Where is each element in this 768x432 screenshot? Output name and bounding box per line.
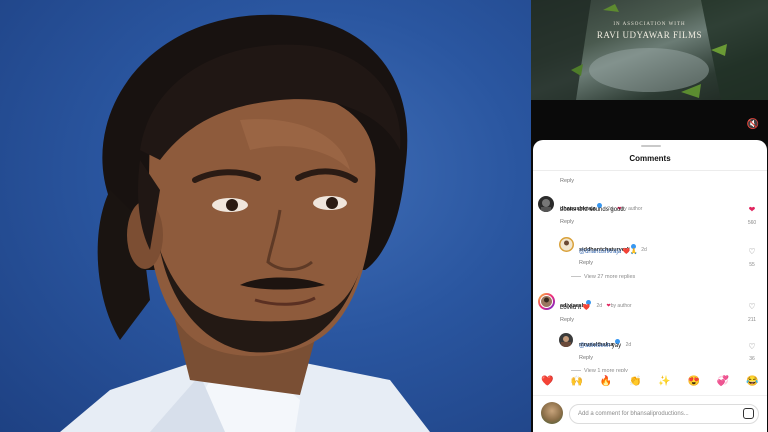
reel-panel: IN ASSOCIATION WITH RAVI UDYAWAR FILMS 🔇… [531,0,768,432]
comment-text: Looks and sounds good. [560,207,626,213]
avatar[interactable] [538,196,554,212]
like-count: 560 [747,220,757,226]
reply-emojis: ❤️🙏 [622,249,638,255]
like-count: 55 [749,262,755,268]
like-count: 36 [749,356,755,362]
emoji-button[interactable]: 👏 [629,376,641,387]
comment-composer: Add a comment for bhansaliproductions... [533,395,767,432]
mention-link[interactable]: @dhanushkraja [579,249,621,255]
view-more-replies-label: View 27 more replies [584,274,636,280]
timestamp: 2d [625,342,632,348]
heart-filled-icon[interactable]: ❤ [747,206,757,214]
reply-text-body: yay [611,343,622,349]
video-credit-line1: IN ASSOCIATION WITH [613,22,686,27]
emoji-button[interactable]: 🙌 [571,376,583,387]
video-player[interactable]: IN ASSOCIATION WITH RAVI UDYAWAR FILMS [531,0,768,100]
heart-outline-icon[interactable]: ♡ [747,303,757,311]
reply-text: @dhanushkraja ❤️🙏 [579,248,638,255]
video-frame [531,0,768,100]
timestamp: 2d [641,247,647,253]
heart-outline-icon[interactable]: ♡ [747,343,757,351]
avatar[interactable] [559,333,573,347]
emoji-button[interactable]: ❤️ [541,376,553,387]
reply-button[interactable]: Reply [560,178,574,184]
mention-link[interactable]: @adivisesh [579,343,610,349]
portrait-illustration [60,14,430,432]
reply-button[interactable]: Reply [579,355,593,361]
comment-text: Loved it ❤️ [560,305,591,311]
emoji-button[interactable]: 😍 [688,376,700,387]
emoji-button[interactable]: 💞 [717,376,729,387]
author-badge: by author [610,303,632,309]
reply-button[interactable]: Reply [579,260,593,266]
more-line [571,370,581,372]
view-more-replies[interactable]: View 27 more replies [571,274,635,280]
screen: IN ASSOCIATION WITH RAVI UDYAWAR FILMS 🔇… [0,0,768,432]
emoji-button[interactable]: 🔥 [600,376,612,387]
portrait-photo [0,0,531,432]
comments-title: Comments [629,154,671,163]
comments-sheet: Comments Reply dhanushkraja 2d ❤by autho… [533,140,767,432]
timestamp: 2d [596,303,603,309]
reply-button[interactable]: Reply [560,317,574,323]
more-line [571,276,581,278]
drag-handle[interactable] [641,145,661,147]
divider [533,170,767,171]
reply-text: @adivisesh yay [579,343,621,349]
speaker-muted-icon[interactable]: 🔇 [746,119,760,131]
avatar[interactable] [538,293,555,310]
comment-input[interactable]: Add a comment for bhansaliproductions... [569,404,759,424]
emoji-quick-bar: ❤️ 🙌 🔥 👏 ✨ 😍 💞 😂 [533,372,767,390]
heart-outline-icon[interactable]: ♡ [747,248,757,256]
avatar[interactable] [559,237,574,252]
like-count: 211 [748,317,756,323]
current-user-avatar [541,402,563,424]
sticker-icon[interactable] [743,408,754,419]
reply-button[interactable]: Reply [560,219,574,225]
video-credit-line2: RAVI UDYAWAR FILMS [596,30,703,40]
emoji-button[interactable]: 😂 [746,376,758,387]
emoji-button[interactable]: ✨ [658,376,670,387]
